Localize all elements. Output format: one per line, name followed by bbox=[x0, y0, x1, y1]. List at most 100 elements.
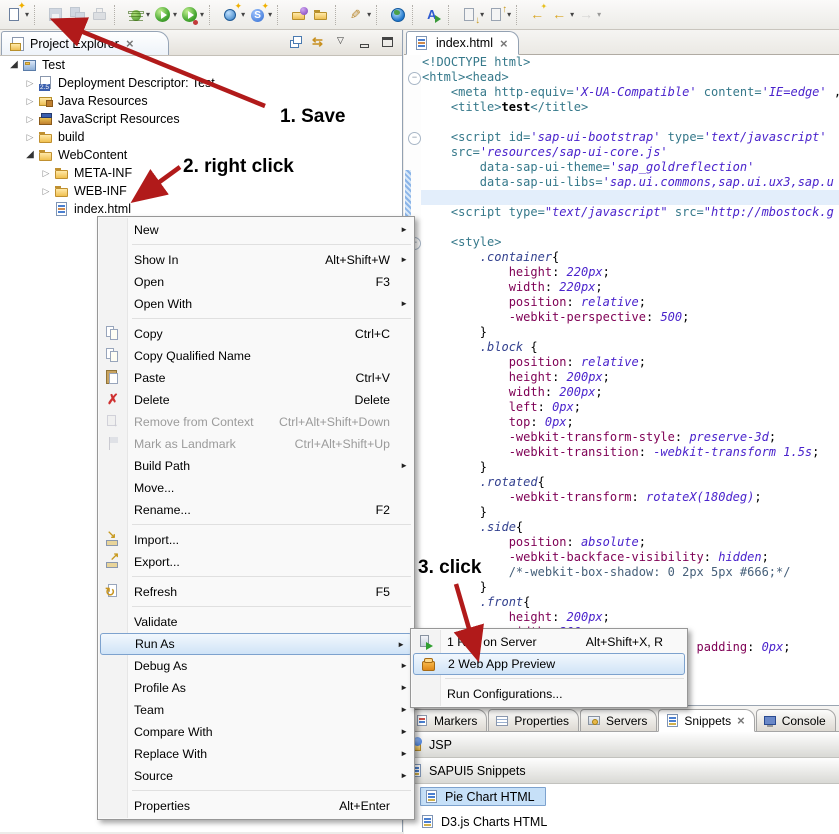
toolbar-group bbox=[288, 3, 332, 27]
tree-item-label: build bbox=[55, 130, 84, 144]
code-token bbox=[422, 295, 509, 309]
close-icon[interactable]: × bbox=[500, 37, 508, 50]
code-token: 'sap.ui.commons,sap.ui.ux3,sap.u bbox=[603, 175, 834, 189]
tree-collapsed-chevron-icon[interactable]: ▷ bbox=[22, 75, 38, 91]
minimize-button[interactable] bbox=[356, 33, 375, 52]
tree-item-web-inf[interactable]: ▷WEB-INF bbox=[0, 182, 401, 200]
close-icon[interactable]: × bbox=[737, 714, 745, 727]
dropdown-caret-icon[interactable]: ▾ bbox=[146, 10, 150, 19]
next-annotation-button[interactable]: ▾ bbox=[459, 4, 486, 26]
code-token: : bbox=[545, 280, 559, 294]
toolbar-separator bbox=[448, 5, 455, 25]
snippet-sapui5-snippets[interactable]: SAPUI5 Snippets bbox=[404, 758, 839, 784]
code-token: 'text/javascript' bbox=[704, 130, 827, 144]
toolbar-separator bbox=[34, 5, 41, 25]
tree-item-deployment-descriptor-test[interactable]: ▷Deployment Descriptor: Test bbox=[0, 74, 401, 92]
dropdown-caret-icon[interactable]: ▾ bbox=[480, 10, 484, 19]
selected-snippet[interactable]: Pie Chart HTML bbox=[420, 787, 546, 806]
previous-annotation-button[interactable]: ▾ bbox=[486, 4, 513, 26]
link-with-editor-button[interactable] bbox=[310, 33, 329, 52]
tab-snippets[interactable]: Snippets× bbox=[658, 709, 754, 732]
fold-collapse-icon[interactable]: − bbox=[408, 72, 421, 85]
run-last-button[interactable]: ▾ bbox=[179, 4, 206, 26]
menu-item-refresh[interactable]: RefreshF5 bbox=[98, 581, 414, 603]
tab-markers[interactable]: Markers bbox=[408, 709, 487, 732]
brush-button[interactable]: ▾ bbox=[346, 4, 373, 26]
new-server-button[interactable]: ▾ bbox=[220, 4, 247, 26]
menu-item-move[interactable]: Move... bbox=[98, 477, 414, 499]
menu-item-import[interactable]: Import... bbox=[98, 529, 414, 551]
code-token: top bbox=[509, 415, 531, 429]
run-button[interactable]: ▾ bbox=[152, 4, 179, 26]
run-server-icon bbox=[417, 633, 435, 651]
menu-item-replace-with[interactable]: Replace With► bbox=[98, 743, 414, 765]
menu-item-build-path[interactable]: Build Path► bbox=[98, 455, 414, 477]
code-token: relative bbox=[581, 355, 639, 369]
close-icon[interactable]: × bbox=[126, 37, 134, 50]
menu-item-rename[interactable]: Rename...F2 bbox=[98, 499, 414, 521]
tab-console[interactable]: Console bbox=[756, 709, 836, 732]
project-explorer-tab[interactable]: Project Explorer × bbox=[1, 31, 169, 55]
back-button[interactable]: ▾ bbox=[549, 4, 576, 26]
web-browser-button[interactable] bbox=[387, 4, 409, 26]
open-folder-button[interactable] bbox=[310, 4, 332, 26]
sapui5-button[interactable]: ▾ bbox=[247, 4, 274, 26]
maximize-button[interactable] bbox=[379, 33, 398, 52]
menu-item-copy[interactable]: CopyCtrl+C bbox=[98, 323, 414, 345]
code-token: ; bbox=[682, 310, 689, 324]
dropdown-caret-icon[interactable]: ▾ bbox=[597, 10, 601, 19]
menu-item-compare-with[interactable]: Compare With► bbox=[98, 721, 414, 743]
fold-collapse-icon[interactable]: − bbox=[408, 132, 421, 145]
snippet-jsp[interactable]: JSP bbox=[404, 732, 839, 758]
tree-collapsed-chevron-icon[interactable]: ▷ bbox=[38, 165, 54, 181]
menu-item-show-in[interactable]: Show InAlt+Shift+W► bbox=[98, 249, 414, 271]
source-code[interactable]: <!DOCTYPE html><html><head> <meta http-e… bbox=[422, 55, 839, 655]
collapse-all-button[interactable] bbox=[287, 33, 306, 52]
tree-expanded-chevron-icon[interactable]: ◢ bbox=[22, 147, 38, 163]
menu-item-2-web-app-preview[interactable]: 2 Web App Preview bbox=[413, 653, 685, 675]
code-token: } bbox=[422, 580, 487, 594]
dropdown-caret-icon[interactable]: ▾ bbox=[367, 10, 371, 19]
snippet-d3-js-charts-html[interactable]: D3.js Charts HTML bbox=[404, 809, 839, 834]
tree-collapsed-chevron-icon[interactable]: ▷ bbox=[22, 111, 38, 127]
tree-item-build[interactable]: ▷ build bbox=[0, 128, 401, 146]
menu-item-open-with[interactable]: Open With► bbox=[98, 293, 414, 315]
dropdown-caret-icon[interactable]: ▾ bbox=[507, 10, 511, 19]
menu-item-run-as[interactable]: Run As► bbox=[100, 633, 412, 655]
tree-collapsed-chevron-icon[interactable]: ▷ bbox=[38, 183, 54, 199]
open-type-button[interactable] bbox=[288, 4, 310, 26]
menu-item-open[interactable]: OpenF3 bbox=[98, 271, 414, 293]
menu-item-new[interactable]: New► bbox=[98, 219, 414, 241]
tree-collapsed-chevron-icon[interactable]: ▷ bbox=[22, 129, 38, 145]
tree-collapsed-chevron-icon[interactable]: ▷ bbox=[22, 93, 38, 109]
menu-item-run-configurations[interactable]: Run Configurations... bbox=[411, 683, 687, 705]
menu-item-copy-qualified-name[interactable]: Copy Qualified Name bbox=[98, 345, 414, 367]
tab-servers[interactable]: Servers bbox=[580, 709, 657, 732]
menu-item-profile-as[interactable]: Profile As► bbox=[98, 677, 414, 699]
menu-item-delete[interactable]: DeleteDelete bbox=[98, 389, 414, 411]
code-token: height bbox=[509, 370, 552, 384]
tab-properties[interactable]: Properties bbox=[488, 709, 579, 732]
menu-item-team[interactable]: Team► bbox=[98, 699, 414, 721]
new-wizard-button[interactable]: ▾ bbox=[4, 4, 31, 26]
mark-occurrences-button[interactable] bbox=[423, 4, 445, 26]
menu-item-paste[interactable]: PasteCtrl+V bbox=[98, 367, 414, 389]
menu-item-validate[interactable]: Validate bbox=[98, 611, 414, 633]
dropdown-caret-icon[interactable]: ▾ bbox=[570, 10, 574, 19]
tree-expanded-chevron-icon[interactable]: ◢ bbox=[6, 57, 22, 73]
code-token bbox=[422, 175, 480, 189]
menu-item-properties[interactable]: PropertiesAlt+Enter bbox=[98, 795, 414, 817]
dropdown-caret-icon[interactable]: ▾ bbox=[173, 10, 177, 19]
dropdown-caret-icon[interactable]: ▾ bbox=[200, 10, 204, 19]
tree-item-test[interactable]: ◢Test bbox=[0, 56, 401, 74]
menu-item-1-run-on-server[interactable]: 1 Run on ServerAlt+Shift+X, R bbox=[411, 631, 687, 653]
editor-tab-index-html[interactable]: index.html × bbox=[406, 31, 519, 55]
menu-item-debug-as[interactable]: Debug As► bbox=[98, 655, 414, 677]
debug-button[interactable]: ▾ bbox=[125, 4, 152, 26]
menu-item-export[interactable]: Export... bbox=[98, 551, 414, 573]
view-menu-button[interactable] bbox=[333, 33, 352, 52]
menu-item-source[interactable]: Source► bbox=[98, 765, 414, 787]
editor-body[interactable]: −−− <!DOCTYPE html><html><head> <meta ht… bbox=[404, 55, 839, 705]
last-edit-button[interactable] bbox=[527, 4, 549, 26]
snippet-pie-chart-html[interactable]: Pie Chart HTML bbox=[404, 784, 839, 809]
